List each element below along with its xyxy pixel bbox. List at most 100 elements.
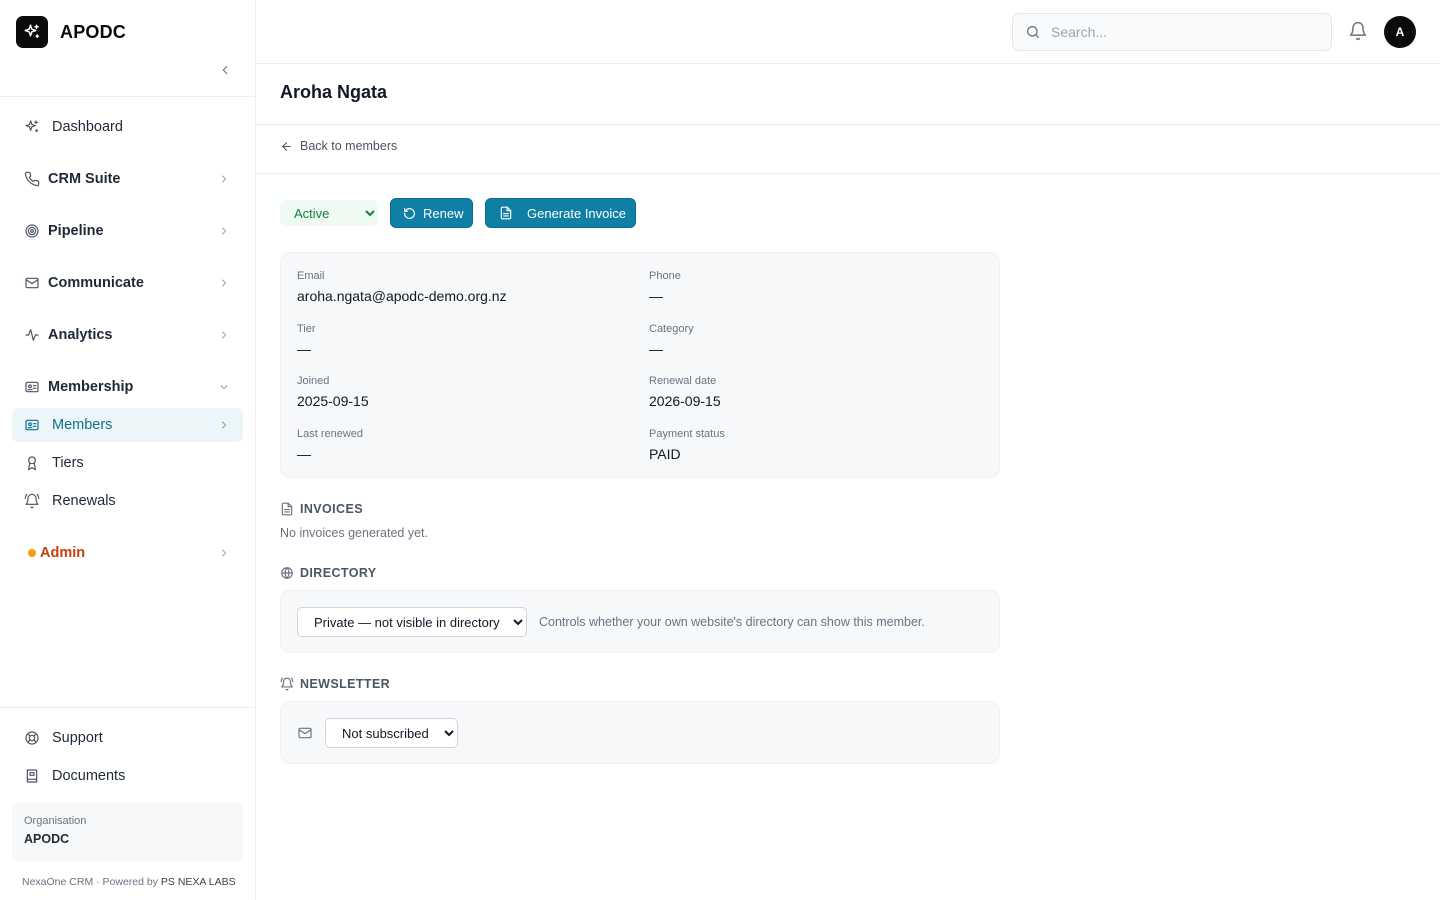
file-text-icon — [500, 206, 512, 220]
section-title: DIRECTORY — [300, 566, 377, 580]
sidebar-group-label: Communicate — [48, 275, 144, 291]
back-to-members-link[interactable]: Back to members — [280, 139, 397, 153]
field-value: 2025-09-15 — [297, 393, 369, 409]
sidebar-item-tiers[interactable]: Tiers — [12, 446, 243, 480]
chevron-right-icon — [217, 276, 231, 290]
organisation-label: Organisation — [24, 815, 87, 827]
newsletter-subscription-select[interactable]: Not subscribed — [325, 718, 458, 748]
chevron-right-icon — [217, 172, 231, 186]
chevron-right-icon — [217, 546, 231, 560]
field-phone: Phone — — [649, 270, 681, 304]
bell-icon — [1349, 21, 1367, 41]
section-title: INVOICES — [300, 502, 363, 516]
sidebar-group-membership[interactable]: Membership — [12, 370, 243, 404]
sparkle-icon — [24, 119, 40, 135]
sidebar-group-label: Membership — [48, 379, 134, 395]
sidebar-group-label: Admin — [40, 545, 86, 561]
footer-credit: NexaOne CRM · Powered by PS NEXA LABS — [22, 876, 236, 888]
powered-by-text: · Powered by — [96, 876, 158, 888]
admin-dot-icon — [24, 545, 40, 561]
field-email: Email aroha.ngata@apodc-demo.org.nz — [297, 270, 507, 304]
generate-invoice-label: Generate Invoice — [527, 205, 627, 221]
id-card-icon — [24, 417, 40, 433]
brand-name: APODC — [60, 21, 127, 42]
field-value: — — [297, 446, 311, 462]
sidebar-group-label: CRM Suite — [48, 171, 121, 187]
bell-ring-icon — [24, 493, 40, 509]
back-link-label: Back to members — [300, 139, 398, 153]
file-text-icon — [281, 502, 293, 516]
directory-heading: DIRECTORY — [280, 566, 377, 580]
member-details-card: Email aroha.ngata@apodc-demo.org.nz Phon… — [280, 252, 1000, 478]
field-value: — — [649, 288, 663, 304]
field-value: 2026-09-15 — [649, 393, 721, 409]
renew-label: Renew — [423, 205, 464, 221]
sidebar-group-crm-suite[interactable]: CRM Suite — [12, 162, 243, 196]
field-value: PAID — [649, 446, 681, 462]
organisation-name: APODC — [24, 832, 70, 846]
generate-invoice-button[interactable]: Generate Invoice — [485, 198, 636, 228]
sidebar-group-analytics[interactable]: Analytics — [12, 318, 243, 352]
mail-icon — [24, 275, 40, 291]
notifications-button[interactable] — [1348, 21, 1370, 43]
sidebar-divider — [0, 707, 255, 708]
sidebar-item-dashboard[interactable]: Dashboard — [12, 110, 243, 144]
field-label: Category — [649, 323, 694, 335]
user-avatar[interactable]: A — [1384, 16, 1416, 48]
sidebar-item-documents[interactable]: Documents — [12, 759, 243, 793]
sidebar-item-label: Tiers — [52, 455, 84, 471]
bell-ring-icon — [280, 677, 294, 691]
collapse-sidebar-button[interactable] — [214, 59, 236, 81]
invoices-heading: INVOICES — [280, 502, 363, 516]
product-name: NexaOne CRM — [22, 876, 94, 888]
renew-button[interactable]: Renew — [390, 198, 473, 228]
directory-visibility-select[interactable]: Private — not visible in directory — [297, 607, 527, 637]
sidebar-group-label: Analytics — [48, 327, 113, 343]
phone-icon — [24, 171, 40, 187]
search-input[interactable] — [1051, 24, 1311, 40]
sidebar-item-label: Renewals — [52, 493, 116, 509]
field-tier: Tier — — [297, 323, 316, 357]
sidebar-group-admin[interactable]: Admin — [12, 536, 243, 570]
life-buoy-icon — [24, 730, 40, 746]
search-box[interactable] — [1012, 13, 1332, 51]
field-label: Phone — [649, 270, 681, 282]
sidebar-item-support[interactable]: Support — [12, 721, 243, 755]
sparkle-logo-icon — [16, 16, 48, 48]
sidebar-item-label: Dashboard — [52, 119, 123, 135]
field-label: Joined — [297, 375, 330, 387]
chevron-down-icon — [217, 380, 231, 394]
vendor-name: PS NEXA LABS — [160, 876, 236, 888]
sidebar-item-label: Documents — [52, 768, 126, 784]
sidebar-item-renewals[interactable]: Renewals — [12, 484, 243, 518]
chevron-left-icon — [222, 65, 228, 75]
field-category: Category — — [649, 323, 694, 357]
field-label: Renewal date — [649, 375, 717, 387]
chevron-right-icon — [217, 224, 231, 238]
field-joined: Joined 2025-09-15 — [297, 375, 369, 409]
field-value: aroha.ngata@apodc-demo.org.nz — [297, 288, 507, 304]
field-label: Email — [297, 270, 325, 282]
field-last-renewed: Last renewed — — [297, 428, 363, 462]
target-icon — [24, 223, 40, 239]
arrow-left-icon — [282, 141, 291, 151]
brand[interactable]: APODC — [16, 16, 126, 48]
sidebar-divider — [0, 96, 255, 97]
field-value: — — [649, 341, 663, 357]
chevron-right-icon — [217, 418, 231, 432]
globe-icon — [281, 567, 293, 579]
sidebar-group-communicate[interactable]: Communicate — [12, 266, 243, 300]
sidebar-item-label: Members — [52, 417, 113, 433]
sidebar-item-members[interactable]: Members — [12, 408, 243, 442]
field-label: Tier — [297, 323, 316, 335]
field-label: Payment status — [649, 428, 725, 440]
award-icon — [24, 455, 40, 471]
section-title: NEWSLETTER — [300, 677, 391, 691]
organisation-card[interactable]: Organisation APODC — [12, 802, 243, 862]
page-title: Aroha Ngata — [280, 82, 388, 102]
field-renewal-date: Renewal date 2026-09-15 — [649, 375, 721, 409]
sidebar-group-label: Pipeline — [48, 223, 104, 239]
status-select[interactable]: Active — [280, 200, 378, 226]
sidebar-group-pipeline[interactable]: Pipeline — [12, 214, 243, 248]
field-label: Last renewed — [297, 428, 364, 440]
